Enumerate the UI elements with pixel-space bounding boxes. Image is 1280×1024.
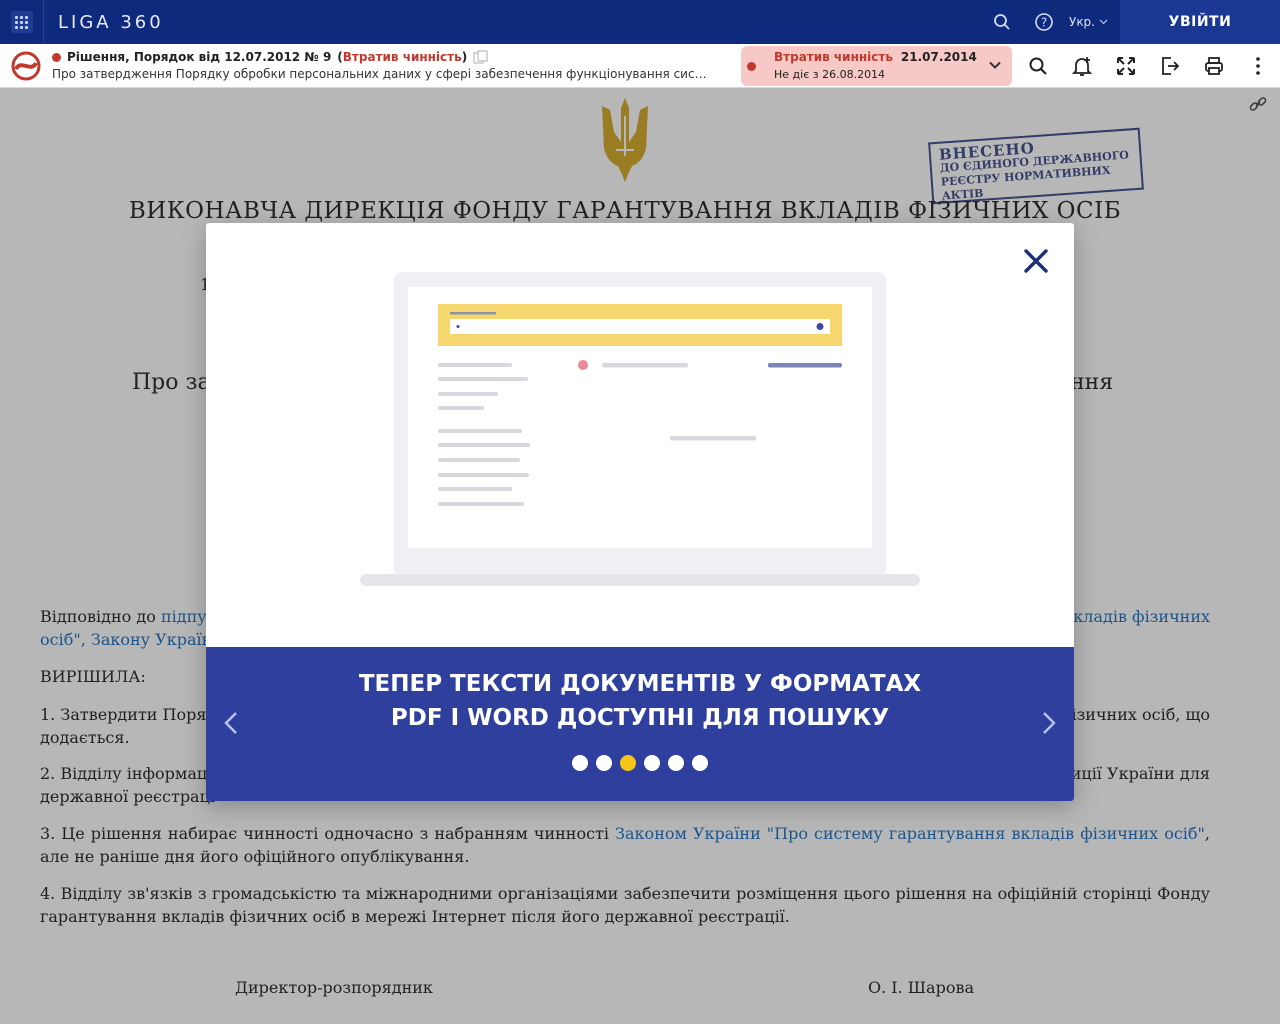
chevron-right-icon — [1043, 712, 1056, 734]
carousel-dot[interactable] — [668, 755, 684, 771]
carousel-dot[interactable] — [644, 755, 660, 771]
document-toolbar — [1016, 44, 1280, 88]
export-button[interactable] — [1148, 44, 1192, 88]
promo-headline-line-2: PDF І WORD ДОСТУПНІ ДЛЯ ПОШУКУ — [390, 705, 890, 731]
document-status: Втратив чинність — [342, 49, 462, 64]
search-icon[interactable] — [981, 0, 1023, 44]
search-in-document-button[interactable] — [1016, 44, 1060, 88]
promo-headline-line-1: ТЕПЕР ТЕКСТИ ДОКУМЕНТІВ У ФОРМАТАХ — [358, 671, 922, 697]
status-label: Втратив чинність — [774, 50, 893, 64]
status-dropdown[interactable]: Втратив чинність 21.07.2014 Не діє з 26.0… — [741, 46, 1012, 86]
svg-text:?: ? — [1041, 16, 1047, 30]
add-notification-button[interactable] — [1060, 44, 1104, 88]
printer-icon — [1205, 57, 1223, 75]
carousel-dots — [206, 755, 1074, 771]
promo-modal: ТЕПЕР ТЕКСТИ ДОКУМЕНТІВ У ФОРМАТАХ PDF І… — [206, 223, 1074, 801]
login-button[interactable]: УВІЙТИ — [1120, 0, 1280, 44]
close-button[interactable] — [1018, 243, 1054, 279]
close-icon — [1024, 249, 1048, 273]
more-options-button[interactable] — [1236, 44, 1280, 88]
promo-headline: ТЕПЕР ТЕКСТИ ДОКУМЕНТІВ У ФОРМАТАХ PDF І… — [206, 667, 1074, 735]
apps-grid-icon — [10, 11, 33, 33]
document-info: Рішення, Порядок від 12.07.2012 № 9 (Втр… — [52, 49, 712, 81]
carousel-dot[interactable] — [620, 755, 636, 771]
promo-banner: ТЕПЕР ТЕКСТИ ДОКУМЕНТІВ У ФОРМАТАХ PDF І… — [206, 647, 1074, 801]
export-icon — [1162, 57, 1180, 75]
search-icon — [1029, 57, 1047, 75]
language-selector[interactable]: Укр. — [1069, 15, 1108, 29]
bell-plus-icon — [1071, 57, 1093, 76]
chevron-down-icon — [1099, 19, 1108, 25]
help-icon[interactable]: ? — [1023, 0, 1065, 44]
liga-logo-icon[interactable] — [0, 44, 52, 88]
document-title: Рішення, Порядок від 12.07.2012 № 9 — [67, 49, 332, 64]
language-label: Укр. — [1069, 15, 1095, 29]
fullscreen-button[interactable] — [1104, 44, 1148, 88]
apps-menu-button[interactable] — [0, 0, 44, 44]
carousel-dot[interactable] — [692, 755, 708, 771]
carousel-dot[interactable] — [572, 755, 588, 771]
chevron-left-icon — [224, 712, 237, 734]
status-dot-icon — [52, 52, 61, 62]
kebab-menu-icon — [1256, 57, 1260, 75]
previous-slide-button[interactable] — [216, 703, 246, 743]
top-bar: LIGA 360 ? Укр. УВІЙТИ — [0, 0, 1280, 44]
status-date: 21.07.2014 — [900, 50, 977, 64]
expand-icon — [1117, 57, 1135, 75]
carousel-dot[interactable] — [596, 755, 612, 771]
document-subtitle: Про затвердження Порядку обробки персона… — [52, 66, 712, 81]
status-dot-icon — [747, 61, 756, 71]
status-note: Не діє з 26.08.2014 — [774, 68, 886, 81]
brand-logo[interactable]: LIGA 360 — [58, 12, 164, 33]
chevron-down-icon — [989, 61, 1001, 69]
next-slide-button[interactable] — [1034, 703, 1064, 743]
laptop-illustration — [360, 272, 920, 592]
copy-icon[interactable] — [473, 50, 489, 64]
print-button[interactable] — [1192, 44, 1236, 88]
